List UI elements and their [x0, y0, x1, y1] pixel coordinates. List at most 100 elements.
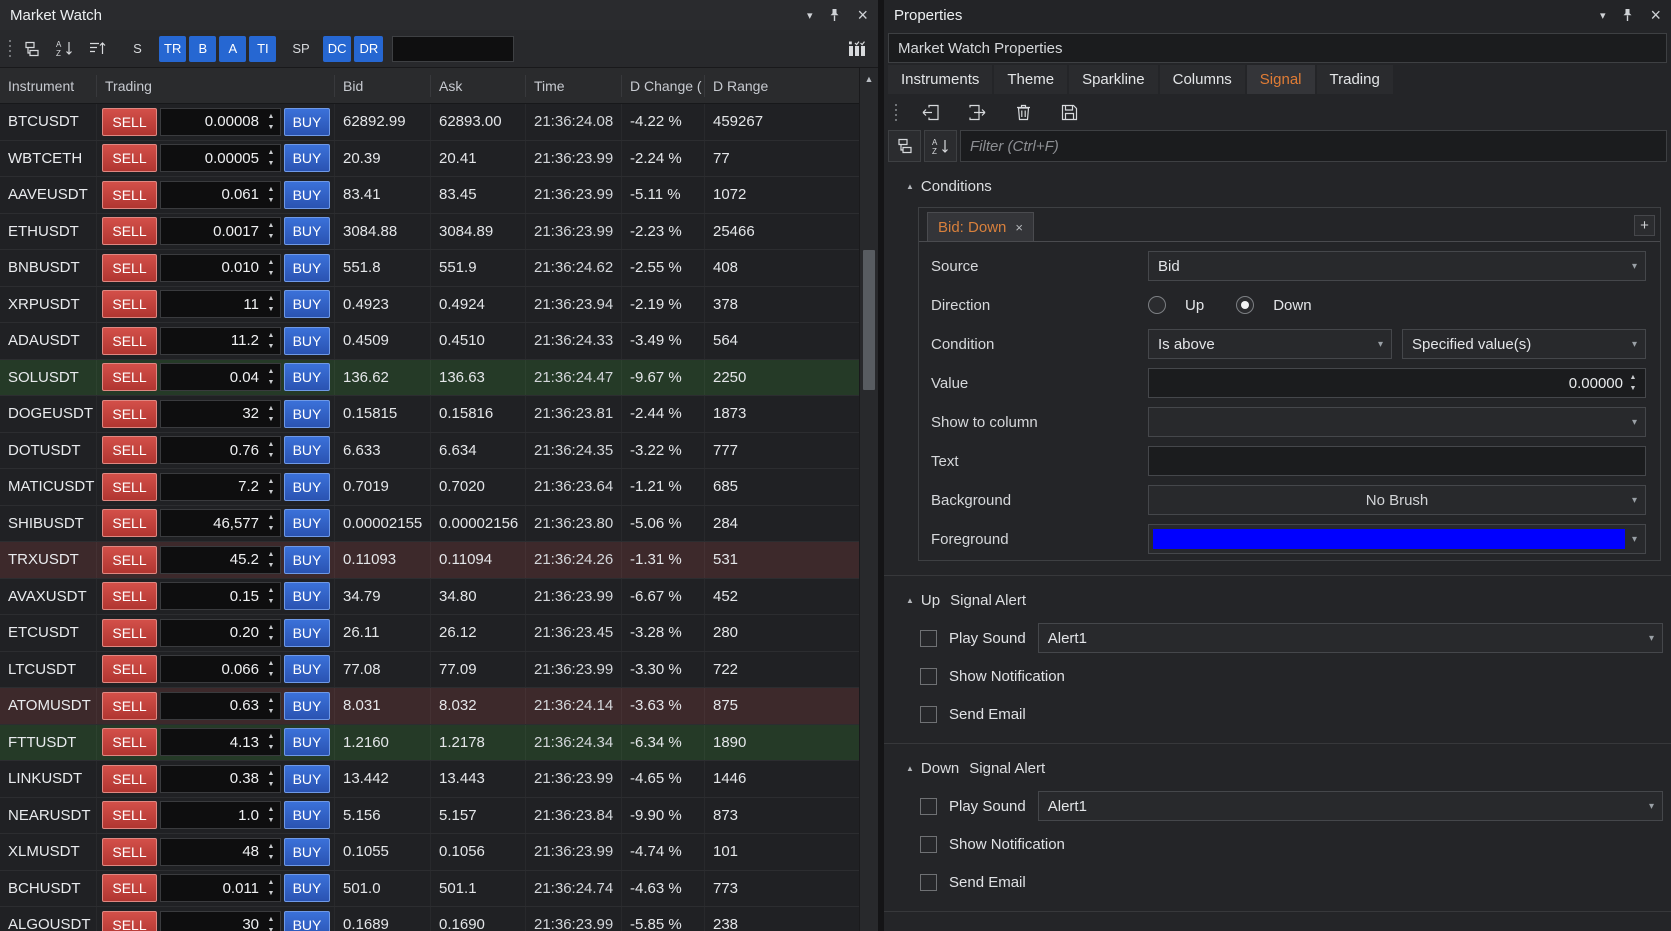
- column-header-d-range[interactable]: D Range: [705, 75, 859, 97]
- spinner-arrows[interactable]: ▲ ▼: [265, 879, 277, 897]
- sell-button[interactable]: SELL: [102, 801, 157, 829]
- spin-down-icon[interactable]: ▼: [268, 598, 275, 605]
- group-by-icon[interactable]: [17, 35, 47, 63]
- table-row[interactable]: DOTUSDT SELL 0.76 ▲ ▼ BUY 6.633 6.634 21…: [0, 433, 859, 470]
- table-row[interactable]: MATICUSDT SELL 7.2 ▲ ▼ BUY 0.7019 0.7020…: [0, 469, 859, 506]
- quantity-stepper[interactable]: 0.011 ▲ ▼: [160, 874, 281, 902]
- toolbar-grip[interactable]: [6, 36, 14, 62]
- direction-up-radio[interactable]: [1148, 296, 1166, 314]
- window-menu-icon[interactable]: ▾: [1600, 9, 1606, 22]
- spin-down-icon[interactable]: ▼: [268, 270, 275, 277]
- quantity-stepper[interactable]: 48 ▲ ▼: [160, 838, 281, 866]
- tab-theme[interactable]: Theme: [994, 65, 1067, 94]
- spinner-arrows[interactable]: ▲ ▼: [265, 514, 277, 532]
- buy-button[interactable]: BUY: [284, 217, 330, 245]
- condition-tab[interactable]: Bid: Down ×: [927, 212, 1034, 241]
- buy-button[interactable]: BUY: [284, 801, 330, 829]
- save-icon[interactable]: [1054, 98, 1084, 126]
- spin-up-icon[interactable]: ▲: [268, 660, 275, 667]
- quantity-stepper[interactable]: 0.15 ▲ ▼: [160, 582, 281, 610]
- delete-icon[interactable]: [1008, 98, 1038, 126]
- value-input[interactable]: 0.00000 ▲ ▼: [1148, 368, 1646, 398]
- sell-button[interactable]: SELL: [102, 400, 157, 428]
- down-play-sound-checkbox[interactable]: [920, 798, 937, 815]
- tab-signal[interactable]: Signal: [1247, 65, 1315, 94]
- column-header-trading[interactable]: Trading: [97, 75, 335, 97]
- table-row[interactable]: BNBUSDT SELL 0.010 ▲ ▼ BUY 551.8 551.9 2…: [0, 250, 859, 287]
- market-watch-search-input[interactable]: [392, 36, 514, 62]
- toggle-s[interactable]: S: [124, 36, 151, 62]
- table-row[interactable]: XLMUSDT SELL 48 ▲ ▼ BUY 0.1055 0.1056 21…: [0, 834, 859, 871]
- spin-up-icon[interactable]: ▲: [268, 259, 275, 266]
- quantity-stepper[interactable]: 30 ▲ ▼: [160, 911, 281, 931]
- spin-down-icon[interactable]: ▼: [268, 635, 275, 642]
- sell-button[interactable]: SELL: [102, 838, 157, 866]
- sort-order-icon[interactable]: [83, 35, 113, 63]
- spin-down-icon[interactable]: ▼: [268, 744, 275, 751]
- table-row[interactable]: WBTCETH SELL 0.00005 ▲ ▼ BUY 20.39 20.41…: [0, 141, 859, 178]
- spinner-arrows[interactable]: ▲ ▼: [265, 587, 277, 605]
- foreground-dropdown[interactable]: ▾: [1148, 524, 1646, 554]
- buy-button[interactable]: BUY: [284, 181, 330, 209]
- window-menu-icon[interactable]: ▾: [807, 9, 813, 22]
- column-header-ask[interactable]: Ask: [431, 75, 526, 97]
- condition-tab-close-icon[interactable]: ×: [1015, 220, 1023, 235]
- spin-down-icon[interactable]: ▼: [268, 379, 275, 386]
- sell-button[interactable]: SELL: [102, 254, 157, 282]
- show-to-column-dropdown[interactable]: ▾: [1148, 407, 1646, 437]
- up-show-notification-checkbox[interactable]: [920, 668, 937, 685]
- quantity-stepper[interactable]: 0.010 ▲ ▼: [160, 254, 281, 282]
- buy-button[interactable]: BUY: [284, 692, 330, 720]
- spin-down-icon[interactable]: ▼: [268, 671, 275, 678]
- background-dropdown[interactable]: No Brush ▾: [1148, 485, 1646, 515]
- table-row[interactable]: DOGEUSDT SELL 32 ▲ ▼ BUY 0.15815 0.15816…: [0, 396, 859, 433]
- scrollbar-thumb[interactable]: [863, 250, 875, 390]
- spinner-arrows[interactable]: ▲ ▼: [265, 222, 277, 240]
- sell-button[interactable]: SELL: [102, 327, 157, 355]
- spin-up-icon[interactable]: ▲: [268, 843, 275, 850]
- buy-button[interactable]: BUY: [284, 582, 330, 610]
- buy-button[interactable]: BUY: [284, 911, 330, 931]
- spinner-arrows[interactable]: ▲ ▼: [265, 368, 277, 386]
- toggle-tr[interactable]: TR: [159, 36, 186, 62]
- quantity-stepper[interactable]: 11 ▲ ▼: [160, 290, 281, 318]
- table-row[interactable]: AAVEUSDT SELL 0.061 ▲ ▼ BUY 83.41 83.45 …: [0, 177, 859, 214]
- spin-down-icon[interactable]: ▼: [268, 817, 275, 824]
- quantity-stepper[interactable]: 32 ▲ ▼: [160, 400, 281, 428]
- buy-button[interactable]: BUY: [284, 765, 330, 793]
- collapse-icon[interactable]: ▲: [906, 182, 914, 191]
- spinner-arrows[interactable]: ▲ ▼: [265, 113, 277, 131]
- table-row[interactable]: BCHUSDT SELL 0.011 ▲ ▼ BUY 501.0 501.1 2…: [0, 871, 859, 908]
- tree-view-button[interactable]: [888, 130, 921, 162]
- spin-up-icon[interactable]: ▲: [268, 806, 275, 813]
- spin-up-icon[interactable]: ▲: [268, 113, 275, 120]
- vertical-scrollbar[interactable]: ▲: [859, 68, 878, 931]
- pin-icon[interactable]: [1621, 8, 1634, 22]
- spinner-arrows[interactable]: ▲ ▼: [265, 733, 277, 751]
- table-row[interactable]: ALGOUSDT SELL 30 ▲ ▼ BUY 0.1689 0.1690 2…: [0, 907, 859, 931]
- spin-up-icon[interactable]: ▲: [268, 368, 275, 375]
- buy-button[interactable]: BUY: [284, 728, 330, 756]
- table-row[interactable]: AVAXUSDT SELL 0.15 ▲ ▼ BUY 34.79 34.80 2…: [0, 579, 859, 616]
- sell-button[interactable]: SELL: [102, 692, 157, 720]
- toolbar-grip[interactable]: [892, 99, 900, 125]
- sell-button[interactable]: SELL: [102, 144, 157, 172]
- spin-up-icon[interactable]: ▲: [268, 916, 275, 923]
- spin-up-icon[interactable]: ▲: [268, 624, 275, 631]
- spinner-arrows[interactable]: ▲ ▼: [265, 660, 277, 678]
- spin-up-icon[interactable]: ▲: [268, 405, 275, 412]
- buy-button[interactable]: BUY: [284, 436, 330, 464]
- sell-button[interactable]: SELL: [102, 728, 157, 756]
- collapse-icon[interactable]: ▲: [906, 596, 914, 605]
- spin-down-icon[interactable]: ▼: [268, 562, 275, 569]
- column-header-instrument[interactable]: Instrument: [0, 75, 97, 97]
- sell-button[interactable]: SELL: [102, 217, 157, 245]
- import-icon[interactable]: [916, 98, 946, 126]
- spin-up-icon[interactable]: ▲: [268, 770, 275, 777]
- spin-up-icon[interactable]: ▲: [268, 587, 275, 594]
- sell-button[interactable]: SELL: [102, 546, 157, 574]
- spin-down-icon[interactable]: ▼: [268, 781, 275, 788]
- column-chooser-icon[interactable]: [842, 35, 872, 63]
- quantity-stepper[interactable]: 0.00008 ▲ ▼: [160, 108, 281, 136]
- up-send-email-checkbox[interactable]: [920, 706, 937, 723]
